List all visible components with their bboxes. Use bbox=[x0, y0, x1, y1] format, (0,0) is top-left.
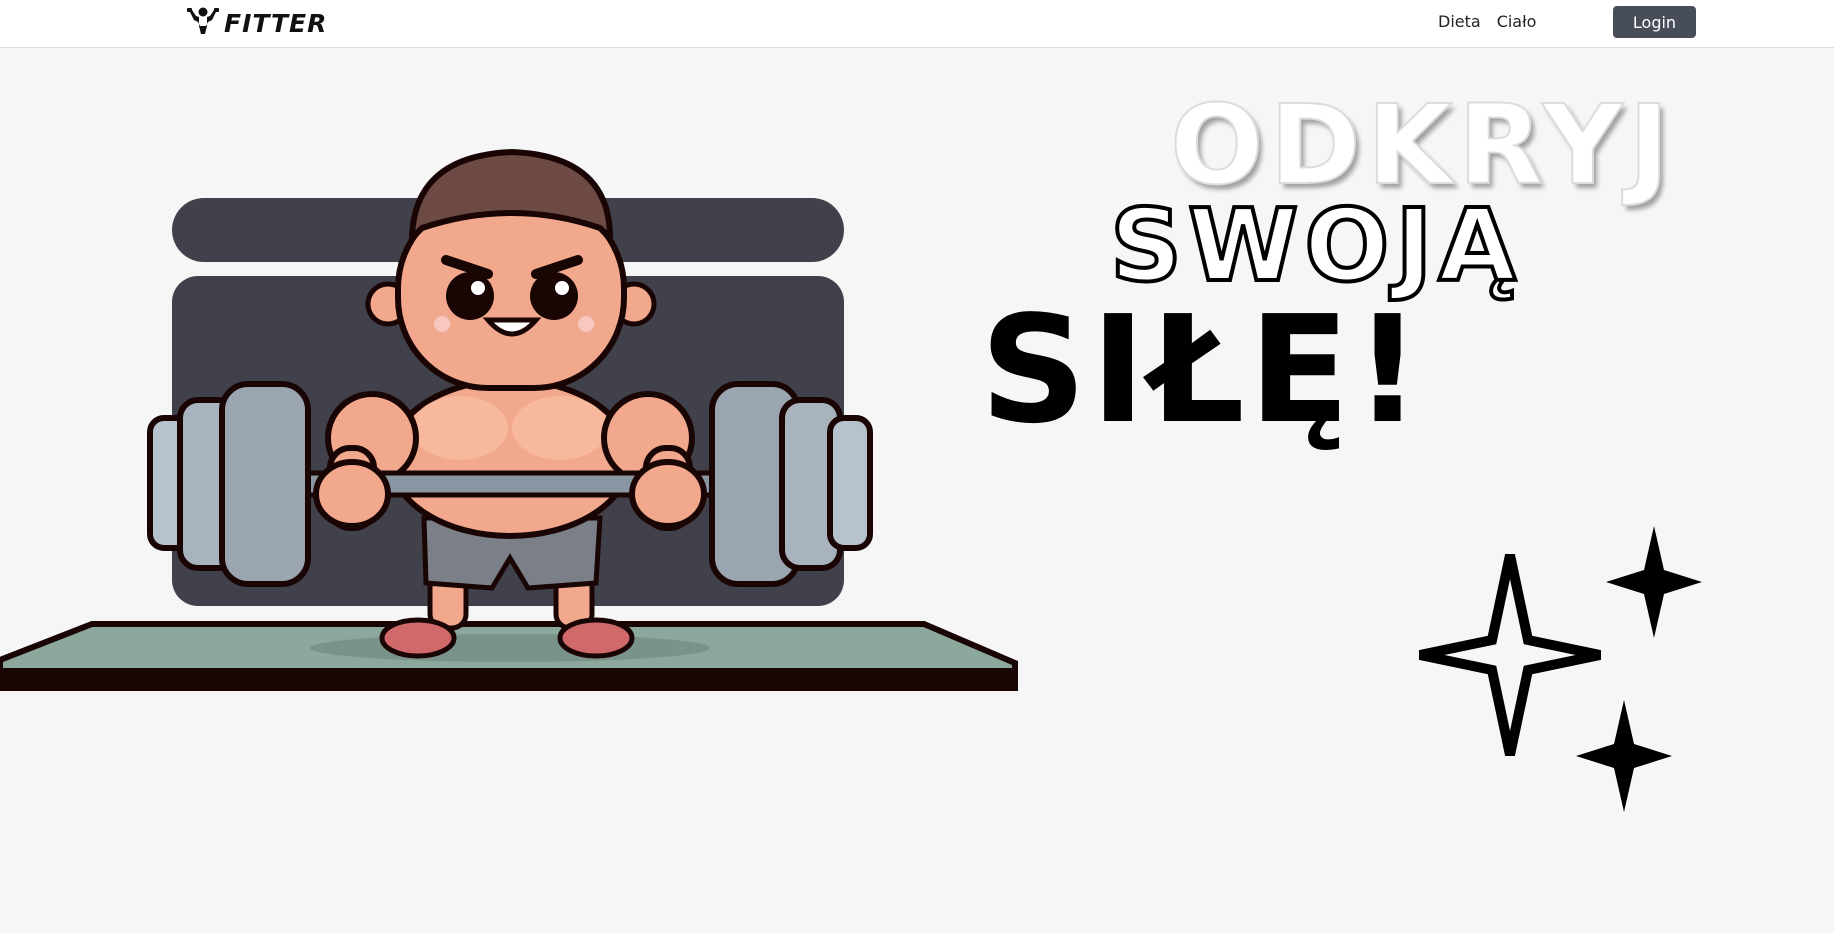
logo-text: FITTER bbox=[224, 8, 328, 38]
headline-line-2: SWOJĄ bbox=[1108, 187, 1522, 304]
nav-link-dieta[interactable]: Dieta bbox=[1438, 12, 1481, 31]
login-button[interactable]: Login bbox=[1613, 6, 1696, 38]
logo[interactable]: FITTER bbox=[186, 6, 327, 40]
bodybuilder-logo-icon bbox=[186, 6, 220, 40]
sparkle-small-bottom-icon bbox=[1576, 700, 1672, 812]
navbar: FITTER Dieta Ciało Login bbox=[0, 0, 1834, 48]
sparkle-small-top-icon bbox=[1606, 526, 1702, 638]
sparkle-outline-icon bbox=[1418, 553, 1602, 757]
main-nav: Dieta Ciało bbox=[1438, 12, 1536, 31]
bodybuilder-illustration bbox=[0, 148, 1018, 691]
sparkles-icon bbox=[1410, 520, 1710, 820]
hero-illustration bbox=[0, 48, 1020, 698]
headline-line-3: SIŁĘ! bbox=[980, 284, 1426, 456]
nav-link-cialo[interactable]: Ciało bbox=[1497, 12, 1537, 31]
hero-headline: ODKRYJ SWOJĄ SIŁĘ! bbox=[970, 84, 1690, 464]
headline-line-1: ODKRYJ bbox=[1169, 81, 1676, 209]
